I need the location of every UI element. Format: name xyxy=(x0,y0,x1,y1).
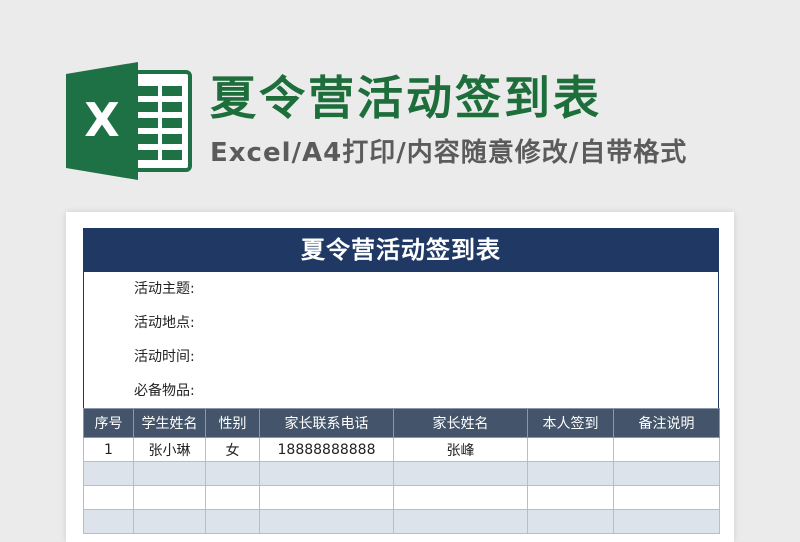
table-cell[interactable] xyxy=(393,509,528,534)
table-cell[interactable] xyxy=(259,509,394,534)
info-row-items: 必备物品: xyxy=(134,383,195,399)
table-cell[interactable] xyxy=(613,437,720,462)
table-cell[interactable] xyxy=(133,509,206,534)
signin-table: 序号 学生姓名 性别 家长联系电话 家长姓名 本人签到 备注说明 1 张小琳 女… xyxy=(83,408,720,534)
info-section: 活动主题: 活动地点: 活动时间: 必备物品: xyxy=(83,272,719,408)
table-row: 1 张小琳 女 18888888888 张峰 xyxy=(83,437,720,462)
table-cell[interactable]: 1 xyxy=(83,437,134,462)
col-header: 学生姓名 xyxy=(133,408,206,438)
table-cell[interactable] xyxy=(527,461,614,486)
info-row-location: 活动地点: xyxy=(134,315,195,331)
table-cell[interactable] xyxy=(613,509,720,534)
excel-logo-icon: X xyxy=(66,62,192,180)
col-header: 家长姓名 xyxy=(393,408,528,438)
table-cell[interactable]: 女 xyxy=(205,437,260,462)
logo-letter: X xyxy=(84,93,119,147)
table-cell[interactable] xyxy=(393,461,528,486)
table-cell[interactable] xyxy=(527,485,614,510)
table-row xyxy=(83,509,720,534)
table-cell[interactable] xyxy=(393,485,528,510)
info-row-time: 活动时间: xyxy=(134,349,195,365)
table-cell[interactable] xyxy=(259,485,394,510)
table-row xyxy=(83,461,720,486)
table-cell[interactable] xyxy=(613,461,720,486)
table-cell[interactable] xyxy=(259,461,394,486)
table-cell[interactable] xyxy=(527,509,614,534)
sheet-title: 夏令营活动签到表 xyxy=(83,228,719,272)
table-cell[interactable] xyxy=(205,509,260,534)
table-cell[interactable]: 张小琳 xyxy=(133,437,206,462)
preview-card: 夏令营活动签到表 活动主题: 活动地点: 活动时间: 必备物品: 序号 学生姓名… xyxy=(66,212,734,542)
hero-subtitle: Excel/A4打印/内容随意修改/自带格式 xyxy=(210,138,688,168)
info-row-theme: 活动主题: xyxy=(134,281,195,297)
table-header-row: 序号 学生姓名 性别 家长联系电话 家长姓名 本人签到 备注说明 xyxy=(83,408,720,438)
table-cell[interactable] xyxy=(83,485,134,510)
table-cell[interactable]: 张峰 xyxy=(393,437,528,462)
table-cell[interactable] xyxy=(133,461,206,486)
signin-sheet: 夏令营活动签到表 活动主题: 活动地点: 活动时间: 必备物品: 序号 学生姓名… xyxy=(83,228,720,534)
table-cell[interactable] xyxy=(205,485,260,510)
col-header: 家长联系电话 xyxy=(259,408,394,438)
col-header: 序号 xyxy=(83,408,134,438)
col-header: 本人签到 xyxy=(527,408,614,438)
table-row xyxy=(83,485,720,510)
table-cell[interactable] xyxy=(83,461,134,486)
table-cell[interactable] xyxy=(613,485,720,510)
table-cell[interactable]: 18888888888 xyxy=(259,437,394,462)
table-cell[interactable] xyxy=(83,509,134,534)
table-cell[interactable] xyxy=(133,485,206,510)
table-cell[interactable] xyxy=(527,437,614,462)
col-header: 性别 xyxy=(205,408,260,438)
hero-title: 夏令营活动签到表 xyxy=(210,71,602,125)
table-cell[interactable] xyxy=(205,461,260,486)
col-header: 备注说明 xyxy=(613,408,720,438)
